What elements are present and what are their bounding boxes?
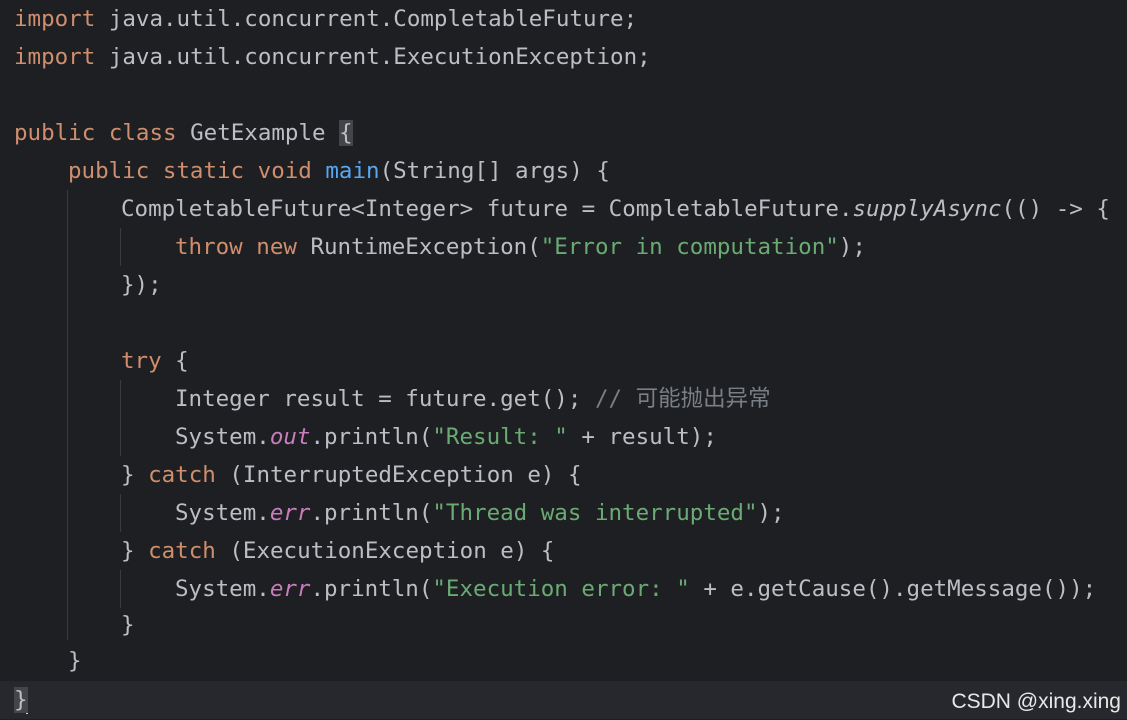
code-line: Integer result = future.get(); // 可能抛出异常	[175, 380, 771, 418]
code-line: try {	[121, 342, 189, 380]
keyword: class	[108, 120, 177, 146]
keyword: void	[257, 158, 312, 184]
code-text: + result);	[567, 424, 717, 450]
keyword: throw	[175, 234, 243, 260]
indent-guide	[120, 380, 121, 456]
code-text: .println(	[310, 424, 433, 450]
matched-brace: }	[14, 687, 28, 713]
code-text: }	[121, 612, 135, 638]
code-text: );	[757, 500, 785, 526]
code-text: System.	[175, 576, 270, 602]
code-text: }	[68, 648, 82, 674]
static-field: err	[269, 500, 311, 526]
code-line: }	[68, 642, 82, 680]
method-call: supplyAsync	[852, 196, 1002, 222]
matched-brace: {	[339, 120, 353, 146]
keyword: catch	[148, 538, 216, 564]
code-line: } catch (ExecutionException e) {	[121, 532, 554, 570]
string-literal: "Error in computation"	[540, 234, 839, 260]
code-text: .println(	[310, 500, 433, 526]
code-text: java.util.concurrent.ExecutionException;	[95, 44, 651, 70]
string-literal: "Result: "	[432, 424, 568, 450]
code-editor[interactable]: import java.util.concurrent.CompletableF…	[0, 0, 1127, 720]
code-text: {	[161, 348, 189, 374]
code-text: java.util.concurrent.CompletableFuture;	[95, 6, 638, 32]
code-line: import java.util.concurrent.ExecutionExc…	[14, 38, 651, 76]
code-line: import java.util.concurrent.CompletableF…	[14, 0, 637, 38]
code-text: (InterruptedException e) {	[215, 462, 582, 488]
keyword: static	[162, 158, 245, 184]
code-text: });	[121, 272, 162, 298]
code-text: System.	[175, 424, 270, 450]
indent-guide	[120, 494, 121, 532]
keyword: catch	[148, 462, 216, 488]
code-line: public class GetExample {	[14, 114, 353, 152]
code-comment: // 可能抛出异常	[594, 386, 771, 412]
code-text: CompletableFuture<Integer> future = Comp…	[121, 196, 853, 222]
keyword: import	[14, 6, 96, 32]
code-text: + e.getCause().getMessage());	[689, 576, 1097, 602]
code-line: System.err.println("Execution error: " +…	[175, 570, 1096, 608]
keyword: new	[256, 234, 297, 260]
code-text: }	[121, 538, 149, 564]
code-line: }	[121, 606, 135, 644]
code-line: CompletableFuture<Integer> future = Comp…	[121, 190, 1110, 228]
watermark: CSDN @xing.xing	[951, 690, 1121, 713]
code-text: );	[838, 234, 866, 260]
indent-guide	[120, 570, 121, 608]
static-field: err	[269, 576, 311, 602]
keyword: try	[121, 348, 162, 374]
method-name: main	[325, 158, 380, 184]
code-line: public static void main(String[] args) {	[68, 152, 610, 190]
code-line: });	[121, 266, 162, 304]
code-line: System.err.println("Thread was interrupt…	[175, 494, 785, 532]
keyword: import	[14, 44, 96, 70]
keyword: public	[14, 120, 96, 146]
code-line: } catch (InterruptedException e) {	[121, 456, 582, 494]
code-text: (ExecutionException e) {	[215, 538, 555, 564]
code-text: (String[] args) {	[379, 158, 610, 184]
code-text: System.	[175, 500, 270, 526]
code-text: Integer result = future.get();	[175, 386, 595, 412]
indent-guide	[120, 228, 121, 266]
code-text: }	[121, 462, 149, 488]
class-name: GetExample	[176, 120, 340, 146]
code-text: .println(	[310, 576, 433, 602]
keyword: public	[68, 158, 150, 184]
code-line: throw new RuntimeException("Error in com…	[175, 228, 866, 266]
code-text: (() -> {	[1001, 196, 1110, 222]
string-literal: "Execution error: "	[432, 576, 690, 602]
static-field: out	[269, 424, 311, 450]
code-text: RuntimeException(	[296, 234, 541, 260]
code-line: System.out.println("Result: " + result);	[175, 418, 717, 456]
string-literal: "Thread was interrupted"	[432, 500, 758, 526]
indent-guide	[67, 190, 68, 640]
